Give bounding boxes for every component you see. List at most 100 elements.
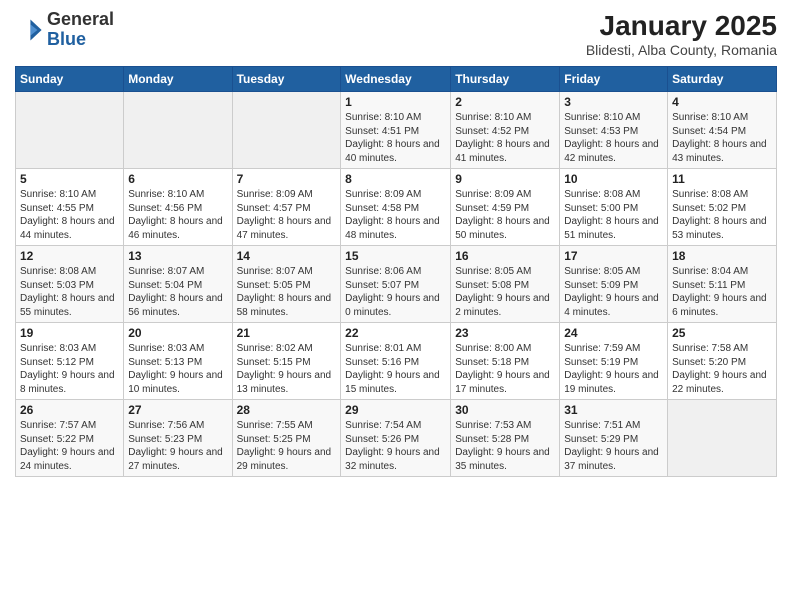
calendar-cell [16,92,124,169]
logo-icon [15,16,43,44]
day-info: Sunrise: 8:10 AM Sunset: 4:52 PM Dayligh… [455,111,555,165]
calendar-cell: 18 Sunrise: 8:04 AM Sunset: 5:11 PM Dayli… [668,246,777,323]
day-info: Sunrise: 8:10 AM Sunset: 4:51 PM Dayligh… [345,111,446,165]
day-info: Sunrise: 8:10 AM Sunset: 4:54 PM Dayligh… [672,111,772,165]
day-info: Sunrise: 7:53 AM Sunset: 5:28 PM Dayligh… [455,419,555,473]
day-number: 28 [237,403,337,417]
day-info: Sunrise: 7:56 AM Sunset: 5:23 PM Dayligh… [128,419,227,473]
day-info: Sunrise: 8:10 AM Sunset: 4:55 PM Dayligh… [20,188,119,242]
day-number: 6 [128,172,227,186]
day-info: Sunrise: 8:02 AM Sunset: 5:15 PM Dayligh… [237,342,337,396]
calendar-subtitle: Blidesti, Alba County, Romania [586,42,777,58]
day-number: 3 [564,95,663,109]
day-number: 13 [128,249,227,263]
calendar-cell: 21 Sunrise: 8:02 AM Sunset: 5:15 PM Dayli… [232,323,341,400]
calendar-cell: 15 Sunrise: 8:06 AM Sunset: 5:07 PM Dayli… [341,246,451,323]
day-number: 17 [564,249,663,263]
calendar-title: January 2025 [586,10,777,42]
day-info: Sunrise: 8:03 AM Sunset: 5:13 PM Dayligh… [128,342,227,396]
day-number: 4 [672,95,772,109]
calendar-cell: 30Sunrise: 7:53 AM Sunset: 5:28 PM Dayli… [451,400,560,477]
header: General Blue January 2025 Blidesti, Alba… [15,10,777,58]
calendar-cell: 10 Sunrise: 8:08 AM Sunset: 5:00 PM Dayli… [560,169,668,246]
day-number: 31 [564,403,663,417]
day-number: 7 [237,172,337,186]
day-info: Sunrise: 8:08 AM Sunset: 5:02 PM Dayligh… [672,188,772,242]
calendar-cell: 23Sunrise: 8:00 AM Sunset: 5:18 PM Dayli… [451,323,560,400]
calendar-cell: 1 Sunrise: 8:10 AM Sunset: 4:51 PM Daylig… [341,92,451,169]
calendar-cell: 20 Sunrise: 8:03 AM Sunset: 5:13 PM Dayli… [124,323,232,400]
calendar-cell: 7 Sunrise: 8:09 AM Sunset: 4:57 PM Daylig… [232,169,341,246]
day-info: Sunrise: 8:07 AM Sunset: 5:05 PM Dayligh… [237,265,337,319]
calendar-week-row: 1 Sunrise: 8:10 AM Sunset: 4:51 PM Daylig… [16,92,777,169]
day-number: 9 [455,172,555,186]
title-block: January 2025 Blidesti, Alba County, Roma… [586,10,777,58]
day-number: 18 [672,249,772,263]
day-number: 5 [20,172,119,186]
calendar-cell: 8 Sunrise: 8:09 AM Sunset: 4:58 PM Daylig… [341,169,451,246]
day-number: 10 [564,172,663,186]
day-number: 12 [20,249,119,263]
day-of-week-header: Tuesday [232,67,341,92]
calendar-header-row: SundayMondayTuesdayWednesdayThursdayFrid… [16,67,777,92]
day-number: 21 [237,326,337,340]
day-of-week-header: Wednesday [341,67,451,92]
day-number: 11 [672,172,772,186]
calendar-table: SundayMondayTuesdayWednesdayThursdayFrid… [15,66,777,477]
calendar-cell: 3 Sunrise: 8:10 AM Sunset: 4:53 PM Daylig… [560,92,668,169]
day-info: Sunrise: 7:59 AM Sunset: 5:19 PM Dayligh… [564,342,663,396]
day-info: Sunrise: 7:55 AM Sunset: 5:25 PM Dayligh… [237,419,337,473]
day-info: Sunrise: 8:09 AM Sunset: 4:57 PM Dayligh… [237,188,337,242]
calendar-cell: 9 Sunrise: 8:09 AM Sunset: 4:59 PM Daylig… [451,169,560,246]
day-number: 8 [345,172,446,186]
logo-blue: Blue [47,29,86,49]
day-of-week-header: Saturday [668,67,777,92]
calendar-cell: 27 Sunrise: 7:56 AM Sunset: 5:23 PM Dayli… [124,400,232,477]
day-info: Sunrise: 8:00 AM Sunset: 5:18 PM Dayligh… [455,342,555,396]
day-number: 24 [564,326,663,340]
day-of-week-header: Thursday [451,67,560,92]
calendar-cell: 17 Sunrise: 8:05 AM Sunset: 5:09 PM Dayli… [560,246,668,323]
calendar-cell: 19Sunrise: 8:03 AM Sunset: 5:12 PM Dayli… [16,323,124,400]
day-info: Sunrise: 7:58 AM Sunset: 5:20 PM Dayligh… [672,342,772,396]
day-number: 15 [345,249,446,263]
calendar-cell: 25Sunrise: 7:58 AM Sunset: 5:20 PM Dayli… [668,323,777,400]
day-of-week-header: Monday [124,67,232,92]
day-info: Sunrise: 8:06 AM Sunset: 5:07 PM Dayligh… [345,265,446,319]
day-number: 29 [345,403,446,417]
calendar-cell: 16Sunrise: 8:05 AM Sunset: 5:08 PM Dayli… [451,246,560,323]
day-number: 1 [345,95,446,109]
calendar-cell: 29Sunrise: 7:54 AM Sunset: 5:26 PM Dayli… [341,400,451,477]
day-info: Sunrise: 8:09 AM Sunset: 4:59 PM Dayligh… [455,188,555,242]
logo: General Blue [15,10,114,50]
day-info: Sunrise: 8:03 AM Sunset: 5:12 PM Dayligh… [20,342,119,396]
calendar-cell [668,400,777,477]
day-number: 2 [455,95,555,109]
day-info: Sunrise: 8:05 AM Sunset: 5:09 PM Dayligh… [564,265,663,319]
day-number: 27 [128,403,227,417]
calendar-cell: 22Sunrise: 8:01 AM Sunset: 5:16 PM Dayli… [341,323,451,400]
day-of-week-header: Friday [560,67,668,92]
day-number: 20 [128,326,227,340]
calendar-cell: 24 Sunrise: 7:59 AM Sunset: 5:19 PM Dayli… [560,323,668,400]
calendar-cell: 13 Sunrise: 8:07 AM Sunset: 5:04 PM Dayli… [124,246,232,323]
calendar-cell: 26Sunrise: 7:57 AM Sunset: 5:22 PM Dayli… [16,400,124,477]
day-info: Sunrise: 8:10 AM Sunset: 4:56 PM Dayligh… [128,188,227,242]
calendar-cell [232,92,341,169]
day-info: Sunrise: 8:05 AM Sunset: 5:08 PM Dayligh… [455,265,555,319]
day-info: Sunrise: 8:10 AM Sunset: 4:53 PM Dayligh… [564,111,663,165]
day-info: Sunrise: 7:57 AM Sunset: 5:22 PM Dayligh… [20,419,119,473]
day-info: Sunrise: 8:09 AM Sunset: 4:58 PM Dayligh… [345,188,446,242]
calendar-cell: 31Sunrise: 7:51 AM Sunset: 5:29 PM Dayli… [560,400,668,477]
calendar-cell: 5 Sunrise: 8:10 AM Sunset: 4:55 PM Daylig… [16,169,124,246]
calendar-week-row: 19Sunrise: 8:03 AM Sunset: 5:12 PM Dayli… [16,323,777,400]
page: General Blue January 2025 Blidesti, Alba… [0,0,792,612]
calendar-week-row: 12Sunrise: 8:08 AM Sunset: 5:03 PM Dayli… [16,246,777,323]
day-number: 22 [345,326,446,340]
day-info: Sunrise: 8:07 AM Sunset: 5:04 PM Dayligh… [128,265,227,319]
day-info: Sunrise: 8:08 AM Sunset: 5:00 PM Dayligh… [564,188,663,242]
day-info: Sunrise: 8:04 AM Sunset: 5:11 PM Dayligh… [672,265,772,319]
calendar-cell [124,92,232,169]
calendar-cell: 28 Sunrise: 7:55 AM Sunset: 5:25 PM Dayli… [232,400,341,477]
calendar-cell: 2 Sunrise: 8:10 AM Sunset: 4:52 PM Daylig… [451,92,560,169]
